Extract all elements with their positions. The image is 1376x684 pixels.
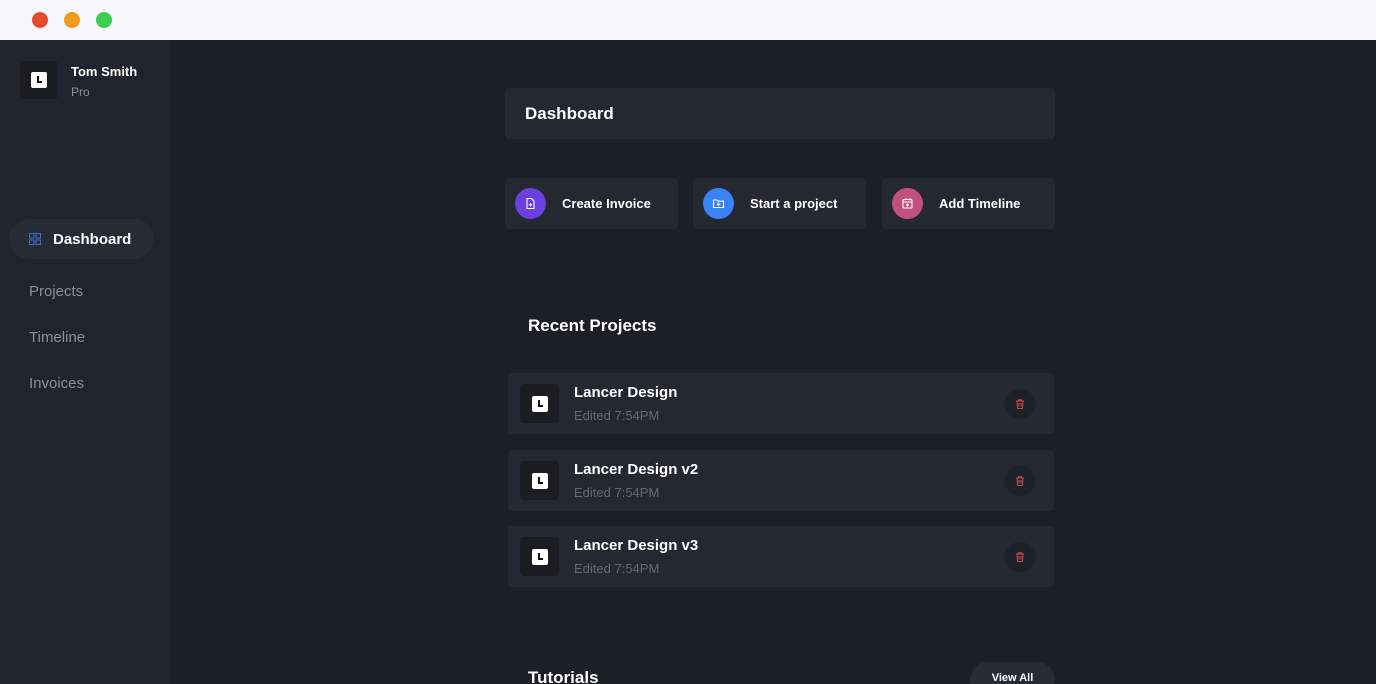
create-invoice-button[interactable]: Create Invoice	[505, 178, 678, 229]
recent-projects-title: Recent Projects	[528, 316, 657, 335]
file-plus-icon	[515, 188, 546, 219]
sidebar-item-projects[interactable]: Projects	[9, 271, 154, 311]
project-logo	[520, 537, 559, 576]
maximize-window-button[interactable]	[96, 12, 112, 28]
trash-icon	[1016, 552, 1024, 563]
trash-icon	[1016, 399, 1024, 410]
tutorials-title: Tutorials	[528, 668, 599, 684]
trash-icon	[1016, 476, 1024, 487]
sidebar-item-timeline[interactable]: Timeline	[9, 317, 154, 357]
app-window: Tom Smith Pro Dashboard Projects Timelin…	[0, 0, 1376, 684]
window-titlebar	[0, 0, 1376, 40]
project-row[interactable]: Lancer Design Edited 7:54PM	[508, 373, 1054, 434]
start-project-button[interactable]: Start a project	[693, 178, 866, 229]
project-row[interactable]: Lancer Design v3 Edited 7:54PM	[508, 526, 1054, 587]
logo-icon	[531, 472, 548, 489]
page-header: Dashboard	[505, 88, 1055, 139]
project-name: Lancer Design v3	[574, 537, 699, 554]
project-logo	[520, 384, 559, 423]
delete-project-button[interactable]	[1005, 466, 1035, 496]
main-content: Dashboard Create Invoice Start a project	[170, 40, 1376, 684]
create-invoice-label: Create Invoice	[562, 196, 651, 211]
user-plan: Pro	[71, 85, 90, 99]
logo-icon	[531, 395, 548, 412]
view-all-button[interactable]: View All	[970, 662, 1055, 684]
sidebar-item-label: Timeline	[29, 328, 86, 346]
app-logo	[20, 61, 58, 99]
minimize-window-button[interactable]	[64, 12, 80, 28]
delete-project-button[interactable]	[1005, 542, 1035, 572]
calendar-plus-icon	[892, 188, 923, 219]
grid-icon	[29, 233, 41, 245]
project-logo	[520, 461, 559, 500]
user-name: Tom Smith	[71, 64, 138, 79]
sidebar-item-label: Projects	[29, 282, 84, 300]
logo-icon	[31, 72, 47, 88]
logo-icon	[531, 548, 548, 565]
page-title: Dashboard	[525, 103, 614, 123]
project-row[interactable]: Lancer Design v2 Edited 7:54PM	[508, 450, 1054, 511]
project-name: Lancer Design	[574, 384, 678, 401]
add-timeline-button[interactable]: Add Timeline	[882, 178, 1055, 229]
project-name: Lancer Design v2	[574, 461, 699, 478]
folder-plus-icon	[703, 188, 734, 219]
project-edited-time: Edited 7:54PM	[574, 408, 660, 423]
add-timeline-label: Add Timeline	[939, 196, 1021, 211]
delete-project-button[interactable]	[1005, 389, 1035, 419]
sidebar-item-invoices[interactable]: Invoices	[9, 363, 154, 403]
start-project-label: Start a project	[750, 196, 838, 211]
project-edited-time: Edited 7:54PM	[574, 561, 660, 576]
sidebar: Tom Smith Pro Dashboard Projects Timelin…	[0, 40, 170, 684]
sidebar-item-label: Invoices	[29, 374, 85, 392]
sidebar-item-dashboard[interactable]: Dashboard	[9, 219, 154, 259]
close-window-button[interactable]	[32, 12, 48, 28]
sidebar-item-label: Dashboard	[53, 230, 132, 248]
project-edited-time: Edited 7:54PM	[574, 485, 660, 500]
